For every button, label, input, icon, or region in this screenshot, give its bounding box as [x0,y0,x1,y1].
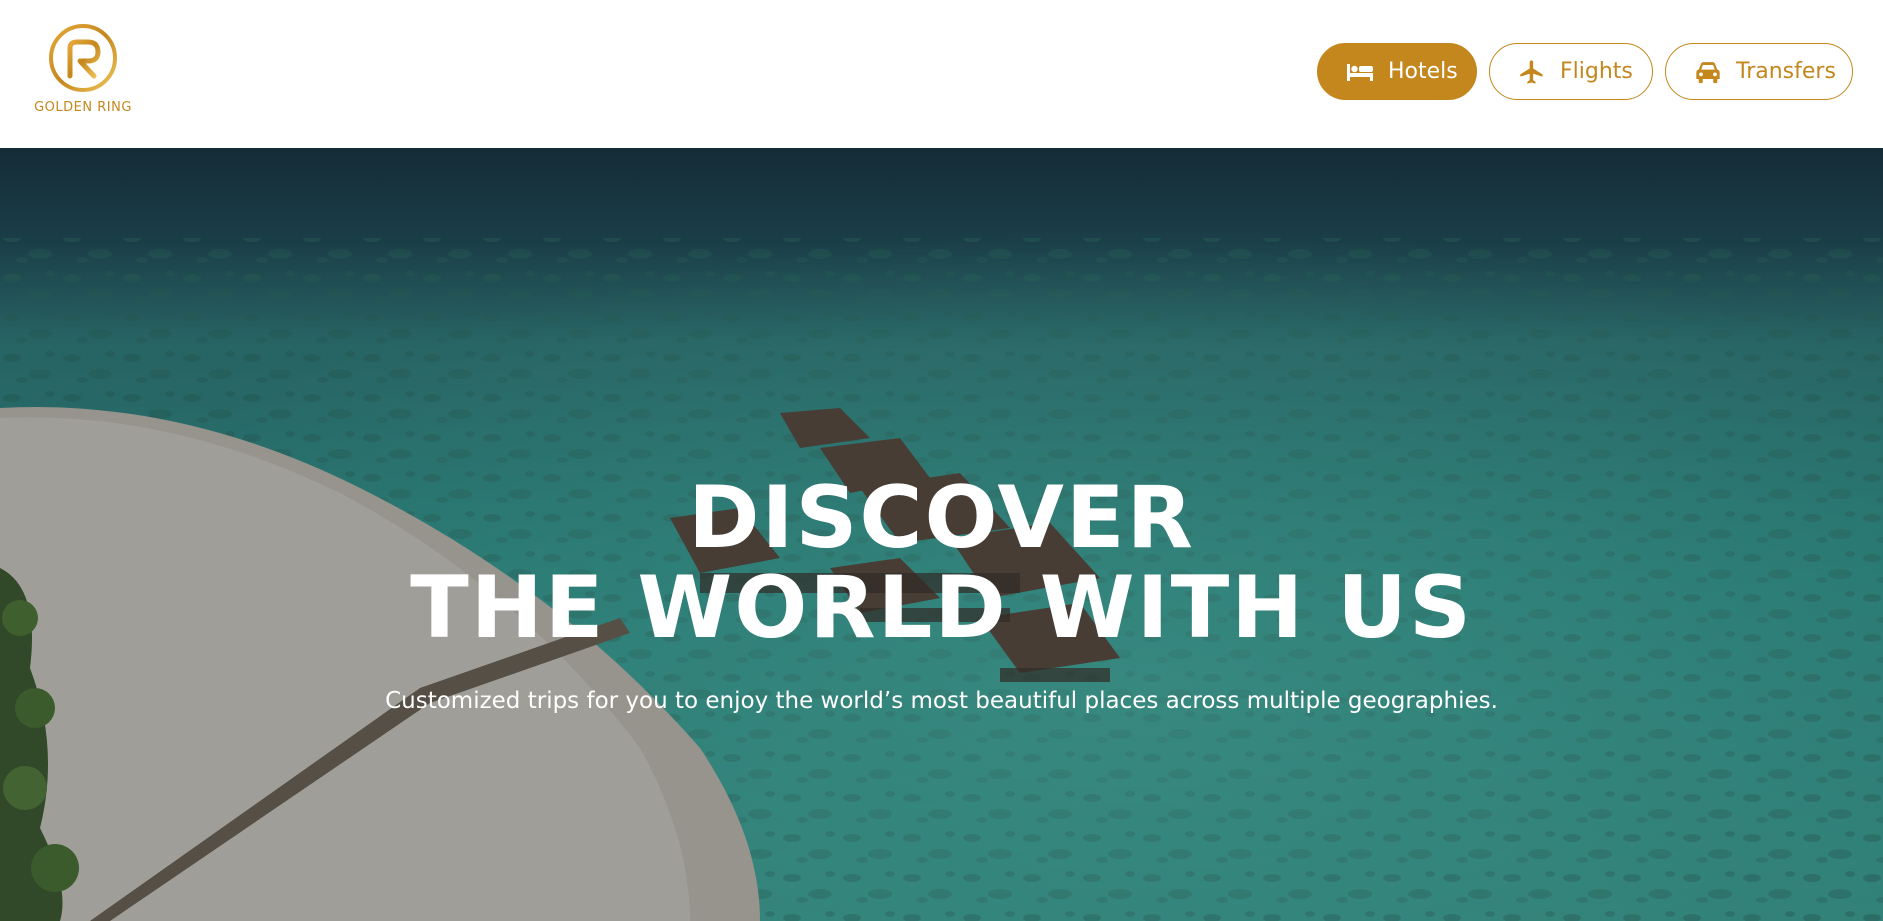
bed-icon [1346,57,1374,87]
hotels-button[interactable]: Hotels [1317,43,1477,100]
flights-button[interactable]: Flights [1489,43,1653,100]
hero-subtitle: Customized trips for you to enjoy the wo… [385,688,1498,714]
hero-section: DISCOVER THE WORLD WITH US Customized tr… [0,148,1883,921]
golden-ring-logo-icon [49,24,117,92]
flights-label: Flights [1560,59,1633,84]
site-header: GOLDEN RING Hotels Flights Transfers [0,0,1883,148]
transfers-button[interactable]: Transfers [1665,43,1853,100]
hotels-label: Hotels [1388,59,1458,84]
hero-title-line2: THE WORLD WITH US [410,558,1473,658]
airplane-icon [1518,57,1546,87]
hero-title-line1: DISCOVER [688,468,1195,568]
brand-name: GOLDEN RING [34,100,132,115]
hero-title: DISCOVER THE WORLD WITH US [0,473,1883,653]
brand-logo[interactable]: GOLDEN RING [24,22,142,122]
transfers-label: Transfers [1736,59,1836,84]
main-nav: Hotels Flights Transfers [1317,43,1853,100]
car-icon [1694,57,1722,87]
